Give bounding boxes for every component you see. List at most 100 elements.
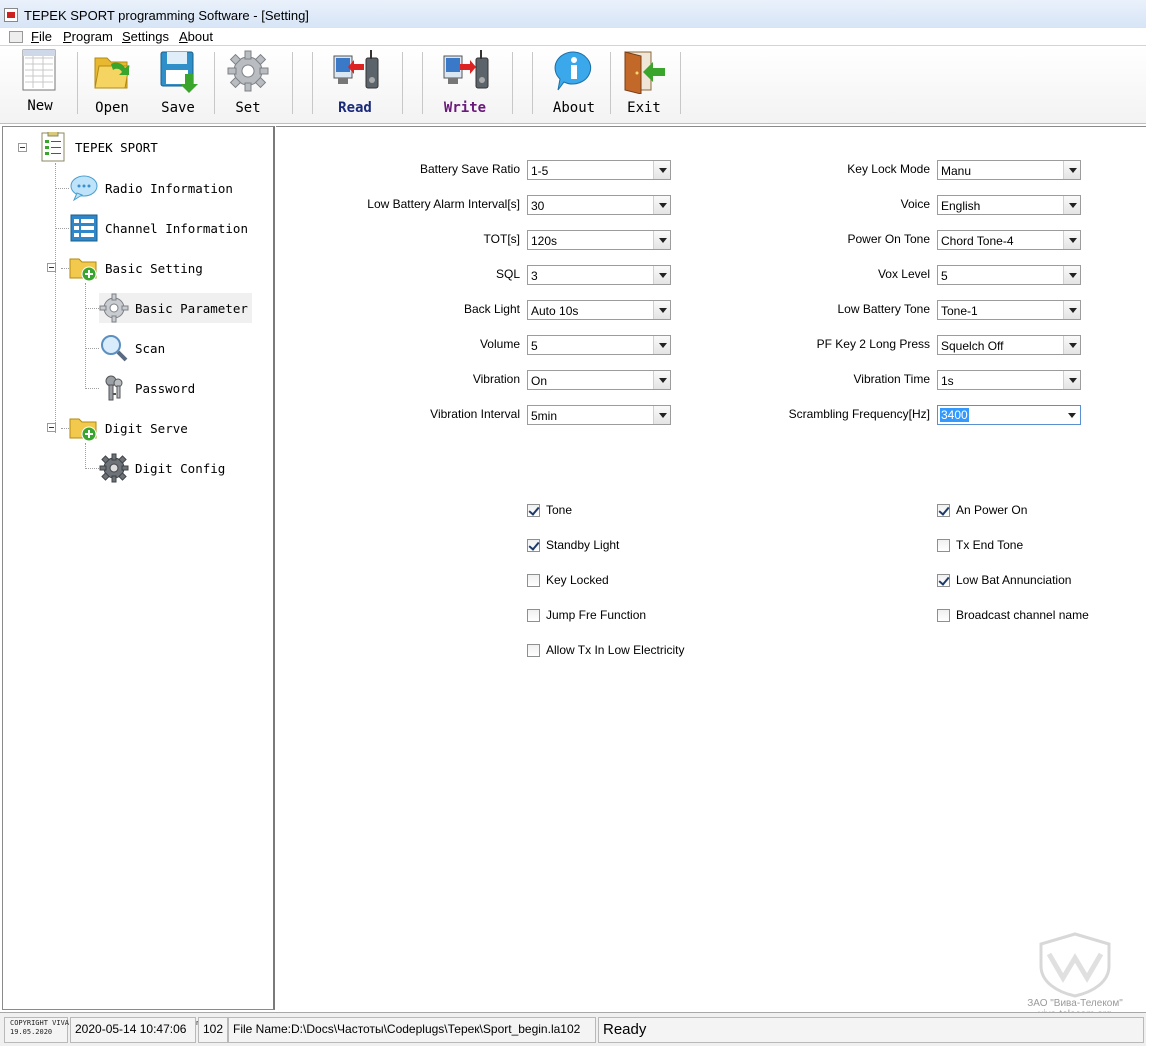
low-battery-tone-select[interactable]: Tone-1 (937, 300, 1081, 320)
menu-settings[interactable]: Settings (122, 29, 169, 44)
tx-end-tone-checkbox[interactable]: Tx End Tone (937, 538, 1023, 552)
write-button[interactable]: Write (436, 48, 494, 120)
checkbox-box[interactable] (937, 503, 950, 517)
voice-select[interactable]: English (937, 195, 1081, 215)
select-value: 30 (531, 199, 545, 213)
select-value: 1s (941, 374, 954, 388)
power-on-tone-select[interactable]: Chord Tone-4 (937, 230, 1081, 250)
tone-checkbox[interactable]: Tone (527, 503, 572, 517)
checkbox-label: Key Locked (546, 573, 609, 587)
checkbox-box[interactable] (527, 608, 540, 622)
chevron-down-icon[interactable] (653, 161, 670, 179)
set-button[interactable]: Set (220, 48, 276, 120)
chevron-down-icon[interactable] (1063, 196, 1080, 214)
tree-collapse-toggle[interactable] (18, 143, 27, 152)
checkbox-box[interactable] (527, 503, 540, 517)
scrambling-frequency-label: Scrambling Frequency[Hz] (788, 407, 930, 421)
set-button-label: Set (235, 100, 261, 116)
checkbox-box[interactable] (937, 608, 950, 622)
select-value: 120s (531, 234, 558, 248)
about-button[interactable]: About (546, 48, 602, 120)
read-button[interactable]: Read (326, 48, 384, 120)
tree-line (85, 443, 86, 469)
vibration-interval-select[interactable]: 5min (527, 405, 671, 425)
chevron-down-icon[interactable] (1063, 371, 1080, 389)
tree-item-password[interactable]: Password (99, 373, 195, 403)
app-icon[interactable] (4, 8, 18, 22)
back-light-select[interactable]: Auto 10s (527, 300, 671, 320)
chevron-down-icon[interactable] (1063, 161, 1080, 179)
tree-line (55, 163, 56, 433)
chevron-down-icon[interactable] (1063, 266, 1080, 284)
vox-level-select[interactable]: 5 (937, 265, 1081, 285)
voice-label: Voice (900, 197, 930, 211)
tot-select[interactable]: 120s (527, 230, 671, 250)
checkbox-box[interactable] (527, 643, 540, 657)
tree-item-root[interactable]: TEPEK SPORT (39, 130, 158, 162)
low-bat-annunciation-checkbox[interactable]: Low Bat Annunciation (937, 573, 1071, 587)
chevron-down-icon[interactable] (653, 301, 670, 319)
chevron-down-icon[interactable] (653, 336, 670, 354)
navigation-tree[interactable]: TEPEK SPORT Radio Information Channel In… (2, 126, 275, 1010)
tree-item-label: Digit Serve (105, 420, 188, 436)
select-value: Auto 10s (531, 304, 579, 318)
jump-fre-function-checkbox[interactable]: Jump Fre Function (527, 608, 646, 622)
chevron-down-icon[interactable] (653, 371, 670, 389)
broadcast-channel-name-checkbox[interactable]: Broadcast channel name (937, 608, 1089, 622)
chevron-down-icon[interactable] (1063, 406, 1080, 424)
vibration-label: Vibration (472, 372, 520, 386)
tree-item-scan[interactable]: Scan (99, 333, 165, 363)
tree-item-digit-config[interactable]: Digit Config (99, 453, 225, 483)
chevron-down-icon[interactable] (653, 266, 670, 284)
new-button[interactable]: New (12, 48, 68, 120)
tree-item-basic-setting[interactable]: Basic Setting (69, 253, 203, 283)
menu-file[interactable]: File (31, 29, 52, 44)
checkbox-label: Allow Tx In Low Electricity (546, 643, 685, 657)
tree-item-radio-information[interactable]: Radio Information (69, 173, 233, 203)
key-lock-mode-select[interactable]: Manu (937, 160, 1081, 180)
menu-about[interactable]: About (179, 29, 213, 44)
chevron-down-icon[interactable] (1063, 231, 1080, 249)
chevron-down-icon[interactable] (653, 196, 670, 214)
menu-settings-label: ettings (130, 29, 169, 44)
open-button[interactable]: Open (84, 48, 140, 120)
checkbox-box[interactable] (527, 573, 540, 587)
tree-collapse-toggle[interactable] (47, 263, 56, 272)
toolbar-separator (532, 52, 533, 114)
pf-key2-long-press-select[interactable]: Squelch Off (937, 335, 1081, 355)
menu-program[interactable]: Program (63, 29, 113, 44)
vibration-time-select[interactable]: 1s (937, 370, 1081, 390)
vox-level-label: Vox Level (877, 267, 930, 281)
sql-select[interactable]: 3 (527, 265, 671, 285)
tree-item-digit-serve[interactable]: Digit Serve (69, 413, 188, 443)
checkbox-box[interactable] (937, 538, 950, 552)
an-power-on-checkbox[interactable]: An Power On (937, 503, 1027, 517)
select-value: 3 (531, 269, 538, 283)
document-icon[interactable] (9, 31, 23, 43)
battery-save-ratio-select[interactable]: 1-5 (527, 160, 671, 180)
chevron-down-icon[interactable] (653, 406, 670, 424)
volume-select[interactable]: 5 (527, 335, 671, 355)
chevron-down-icon[interactable] (653, 231, 670, 249)
tree-item-label: TEPEK SPORT (75, 139, 158, 155)
exit-button[interactable]: Exit (616, 48, 672, 120)
tree-item-channel-information[interactable]: Channel Information (69, 213, 248, 243)
tree-line (85, 468, 99, 469)
low-battery-alarm-interval-select[interactable]: 30 (527, 195, 671, 215)
key-locked-checkbox[interactable]: Key Locked (527, 573, 609, 587)
allow-tx-low-electricity-checkbox[interactable]: Allow Tx In Low Electricity (527, 643, 685, 657)
back-light-label: Back Light (463, 302, 520, 316)
save-button[interactable]: Save (150, 48, 206, 120)
tree-item-basic-parameter[interactable]: Basic Parameter (99, 293, 252, 323)
chevron-down-icon[interactable] (1063, 336, 1080, 354)
gear-icon (99, 293, 129, 323)
vibration-select[interactable]: On (527, 370, 671, 390)
tree-line (85, 308, 99, 309)
menu-settings-accel: S (122, 29, 131, 44)
chevron-down-icon[interactable] (1063, 301, 1080, 319)
scrambling-frequency-select[interactable]: 3400 (937, 405, 1081, 425)
checkbox-box[interactable] (937, 573, 950, 587)
standby-light-checkbox[interactable]: Standby Light (527, 538, 619, 552)
checkbox-box[interactable] (527, 538, 540, 552)
tree-collapse-toggle[interactable] (47, 423, 56, 432)
